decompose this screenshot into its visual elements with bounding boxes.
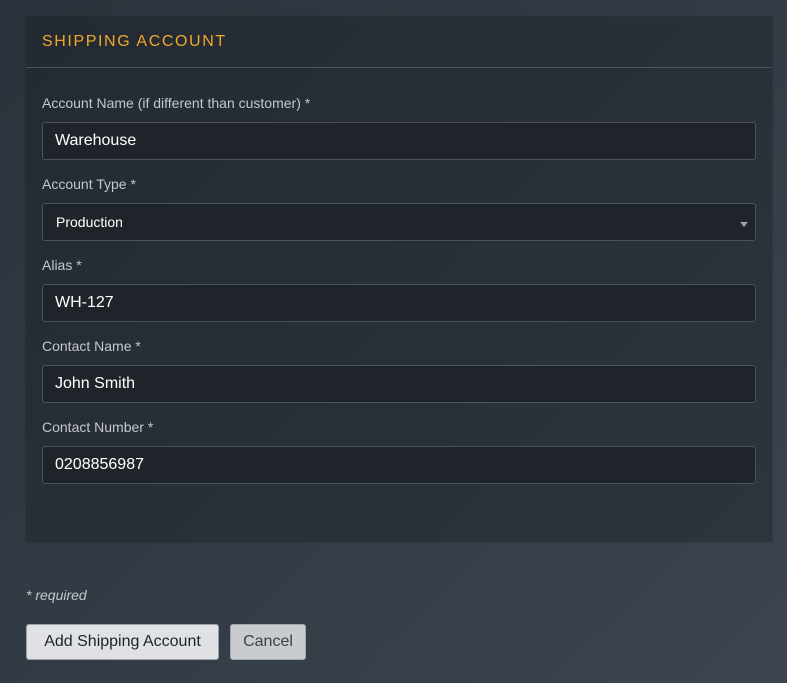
chevron-down-icon: [740, 222, 748, 227]
contact-number-input[interactable]: [42, 446, 756, 484]
add-shipping-account-button[interactable]: Add Shipping Account: [26, 624, 219, 660]
contact-number-label: Contact Number *: [42, 419, 154, 435]
account-type-selected-value: Production: [56, 214, 123, 230]
shipping-account-panel: SHIPPING ACCOUNT Account Name (if differ…: [26, 17, 772, 542]
alias-label: Alias *: [42, 257, 82, 273]
account-name-input[interactable]: [42, 122, 756, 160]
contact-name-input[interactable]: [42, 365, 756, 403]
panel-title: SHIPPING ACCOUNT: [42, 33, 227, 50]
account-type-label: Account Type *: [42, 176, 136, 192]
account-type-select[interactable]: Production: [42, 203, 756, 241]
account-name-label: Account Name (if different than customer…: [42, 95, 311, 111]
required-note: * required: [26, 587, 87, 603]
alias-input[interactable]: [42, 284, 756, 322]
panel-header: SHIPPING ACCOUNT: [26, 17, 772, 68]
contact-name-label: Contact Name *: [42, 338, 141, 354]
cancel-button[interactable]: Cancel: [230, 624, 306, 660]
